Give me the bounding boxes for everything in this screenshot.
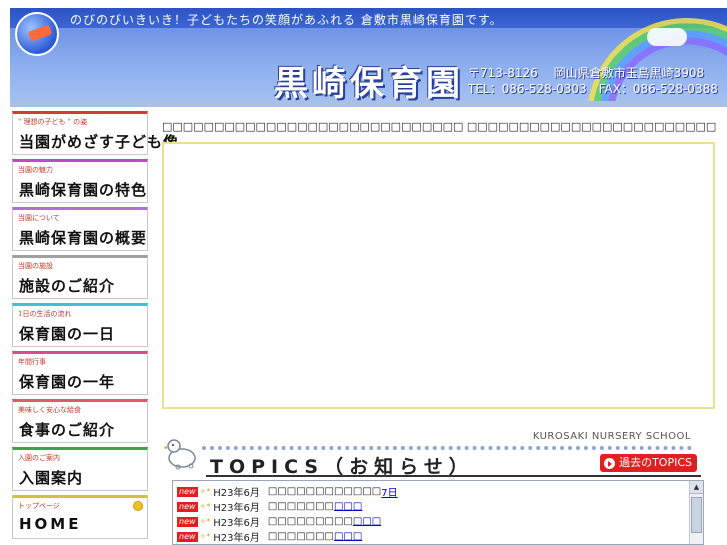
sidebar-item-label: 黒崎保育園の概要 bbox=[19, 229, 148, 247]
new-badge: new bbox=[177, 516, 198, 527]
news-link[interactable]: □□□ bbox=[353, 516, 381, 527]
scroll-thumb[interactable] bbox=[691, 497, 702, 533]
new-badge: new bbox=[177, 501, 198, 512]
logo-icon[interactable] bbox=[15, 12, 59, 56]
flag-icon bbox=[27, 24, 53, 42]
sidebar-item-sub: " 理想の子ども " の姿 bbox=[18, 118, 88, 126]
play-icon bbox=[604, 457, 616, 469]
sidebar-item-label: 黒崎保育園の特色 bbox=[19, 181, 148, 199]
sidebar-item-sub: 入園のご案内 bbox=[18, 454, 60, 462]
news-text: □□□□□□□□□ bbox=[267, 516, 353, 527]
site-header: のびのびいきいき！子どもたちの笑顔があふれる 倉敷市黒崎保育園です。 黒崎保育園… bbox=[10, 8, 727, 107]
sidebar-item-daily-schedule[interactable]: 1日の生活の流れ 保育園の一日 bbox=[12, 303, 148, 347]
sidebar-item-annual-events[interactable]: 年間行事 保育園の一年 bbox=[12, 351, 148, 395]
sidebar-item-sub: 年間行事 bbox=[18, 358, 46, 366]
flower-icon bbox=[133, 501, 143, 511]
news-link[interactable]: □□□ bbox=[334, 501, 362, 512]
news-link[interactable]: □□□ bbox=[334, 531, 362, 542]
sidebar-item-facilities[interactable]: 当園の施設 施設のご紹介 bbox=[12, 255, 148, 299]
news-list-box[interactable]: new ✧* H23年6月 □□□□□□□□□□□□ 7日 new ✧* H23… bbox=[172, 480, 704, 545]
news-date: H23年6月 bbox=[213, 518, 260, 529]
main-content-frame bbox=[162, 142, 715, 409]
sidebar-nav: " 理想の子ども " の姿 当園がめざす子ども像 当園の魅力 黒崎保育園の特色 … bbox=[12, 111, 178, 543]
news-scrollbar[interactable]: ▲ bbox=[689, 481, 703, 544]
news-item: new ✧* H23年6月 □□□□□□□ □□□ bbox=[177, 529, 687, 544]
sparkle-icon: ✧* bbox=[199, 532, 211, 541]
news-date: H23年6月 bbox=[213, 488, 260, 499]
sidebar-item-sub: 美味しく安心な給食 bbox=[18, 406, 81, 414]
sidebar-item-sub: 当園の施設 bbox=[18, 262, 53, 270]
news-link[interactable]: 7日 bbox=[381, 484, 397, 499]
header-tagline: のびのびいきいき！子どもたちの笑顔があふれる 倉敷市黒崎保育園です。 bbox=[70, 13, 503, 27]
dotted-divider bbox=[202, 446, 692, 450]
news-list: new ✧* H23年6月 □□□□□□□□□□□□ 7日 new ✧* H23… bbox=[177, 484, 687, 544]
header-address: 〒713-8126 岡山県倉敷市玉島黒崎3908 bbox=[468, 66, 705, 80]
sidebar-item-admission[interactable]: 入園のご案内 入園案内 bbox=[12, 447, 148, 491]
sparkle-icon: ✧* bbox=[199, 487, 211, 496]
page: のびのびいきいき！子どもたちの笑顔があふれる 倉敷市黒崎保育園です。 黒崎保育園… bbox=[0, 0, 727, 545]
sidebar-item-label: HOME bbox=[19, 515, 82, 533]
sidebar-item-home[interactable]: トップページ HOME bbox=[12, 495, 148, 539]
news-item: new ✧* H23年6月 □□□□□□□ □□□ bbox=[177, 499, 687, 514]
news-text: □□□□□□□ bbox=[267, 531, 334, 542]
school-english-name: KUROSAKI NURSERY SCHOOL bbox=[532, 431, 691, 442]
new-badge: new bbox=[177, 486, 198, 497]
sidebar-item-label: 食事のご紹介 bbox=[19, 421, 116, 439]
sparkle-icon: ✧* bbox=[199, 517, 211, 526]
news-item: new ✧* H23年6月 □□□□□□□□□□□□ 7日 bbox=[177, 484, 687, 499]
news-text: □□□□□□□□□□□□ bbox=[267, 486, 382, 497]
sidebar-item-overview[interactable]: 当園について 黒崎保育園の概要 bbox=[12, 207, 148, 251]
news-date: H23年6月 bbox=[213, 533, 260, 544]
scroll-up-arrow-icon[interactable]: ▲ bbox=[690, 481, 703, 494]
sidebar-item-meals[interactable]: 美味しく安心な給食 食事のご紹介 bbox=[12, 399, 148, 443]
header-phone-fax: TEL：086-528-0303 FAX：086-528-0388 bbox=[468, 82, 718, 96]
news-text: □□□□□□□ bbox=[267, 501, 334, 512]
site-title[interactable]: 黒崎保育園 bbox=[274, 56, 464, 101]
news-date: H23年6月 bbox=[213, 503, 260, 514]
sidebar-item-label: 施設のご紹介 bbox=[19, 277, 116, 295]
cloud-decoration bbox=[647, 28, 687, 46]
sidebar-item-sub: 当園の魅力 bbox=[18, 166, 53, 174]
past-topics-label: 過去のTOPICS bbox=[619, 456, 692, 469]
sidebar-item-sub: トップページ bbox=[18, 502, 60, 510]
sidebar-item-ideal-child[interactable]: " 理想の子ども " の姿 当園がめざす子ども像 bbox=[12, 111, 178, 155]
sidebar-item-sub: 1日の生活の流れ bbox=[18, 310, 72, 318]
sidebar-item-label: 保育園の一年 bbox=[19, 373, 116, 391]
sidebar-item-label: 当園がめざす子ども像 bbox=[19, 133, 180, 151]
sidebar-item-label: 保育園の一日 bbox=[19, 325, 116, 343]
intro-text: □□□□□□□□□□□□□□□□□□□□□□□□□□□□□ □□□□□□□□□□… bbox=[162, 120, 717, 133]
topics-underline bbox=[206, 475, 701, 477]
duck-icon bbox=[164, 439, 196, 470]
sparkle-icon: ✧* bbox=[199, 502, 211, 511]
new-badge: new bbox=[177, 531, 198, 542]
sidebar-item-sub: 当園について bbox=[18, 214, 60, 222]
news-item: new ✧* H23年6月 □□□□□□□□□ □□□ bbox=[177, 514, 687, 529]
topics-header: KUROSAKI NURSERY SCHOOL TOPICS（お知らせ） 過去の… bbox=[162, 428, 717, 478]
sidebar-item-features[interactable]: 当園の魅力 黒崎保育園の特色 bbox=[12, 159, 148, 203]
past-topics-button[interactable]: 過去のTOPICS bbox=[600, 454, 697, 472]
sidebar-item-label: 入園案内 bbox=[19, 469, 84, 487]
